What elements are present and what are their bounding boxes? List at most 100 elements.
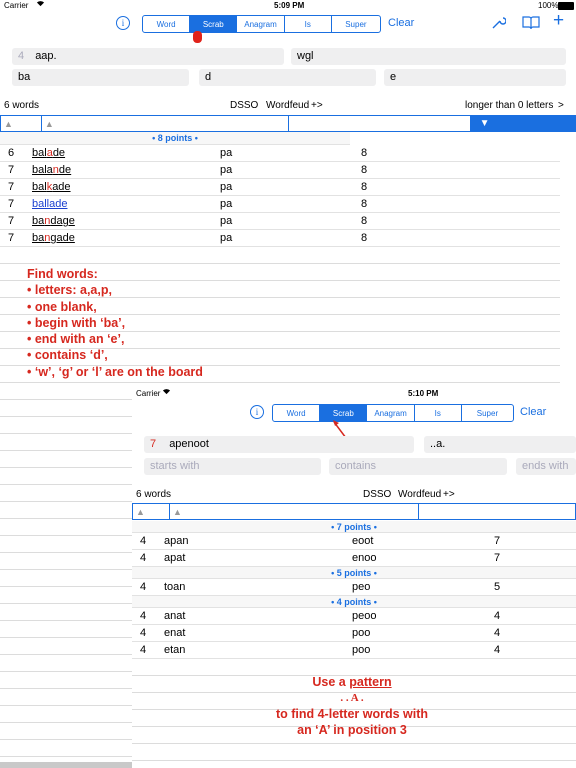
extra-filter-cell[interactable] [419,504,575,519]
extra-filter-cell[interactable] [289,116,472,131]
note-line: • end with an ‘e’, [27,332,125,347]
row-word: apat [164,552,186,564]
row-score: 8 [361,215,368,227]
dropdown-toggle-icon[interactable]: ▼ [471,116,575,131]
table-row[interactable]: 4 toan peo 5 [132,579,576,596]
pattern-note: Use a pattern . . A . to find 4-letter w… [252,674,452,738]
find-words-note: Find words: • letters: a,a,p, • one blan… [27,266,203,380]
row-length: 7 [8,181,15,193]
tab-super[interactable]: Super [332,16,380,32]
ends-with-field[interactable]: e [384,69,566,86]
add-icon[interactable]: + [553,10,564,32]
table-row[interactable]: 4 anat peoo 4 [132,608,576,625]
front-screen: Carrier 5:10 PM i Word Scrab Anagram Is … [132,388,576,768]
table-row[interactable]: 4 apat enoo 7 [132,550,576,567]
note-line: • letters: a,a,p, [27,283,112,298]
board-letters-field[interactable]: wgl [291,48,566,65]
table-row[interactable]: 7 bandage pa 8 [0,213,560,230]
row-score: 4 [494,644,501,656]
length-filter[interactable]: longer than 0 letters [465,100,553,111]
note-line: • one blank, [27,299,97,314]
letters-value: aap. [35,50,57,62]
info-icon[interactable]: i [250,405,264,419]
wifi-icon [36,0,45,11]
row-word: apan [164,535,189,547]
row-extra: pa [220,215,233,227]
points-group-header: • 4 points • [132,596,576,608]
pattern-field[interactable]: ..a. [424,436,576,453]
chevron-right-icon[interactable]: > [558,100,564,111]
carrier-label: Carrier [4,1,29,10]
dsso-label[interactable]: DSSO [230,100,258,111]
wrench-icon[interactable] [490,15,507,36]
sort-length-button[interactable]: ▲ [133,504,170,519]
row-word: etan [164,644,186,656]
tab-is[interactable]: Is [285,16,332,32]
ends-with-field[interactable]: ends with [516,458,576,475]
table-row[interactable]: 7 balande pa 8 [0,162,560,179]
info-icon[interactable]: i [116,16,130,30]
carrier-label: Carrier [136,389,161,398]
mode-segmented-control: Word Scrab Anagram Is Super [272,404,514,422]
row-score: 8 [361,198,368,210]
letters-field[interactable]: 7 apenoot [144,436,414,453]
row-word: bangade [32,232,75,244]
row-extra: pa [220,147,233,159]
letters-value: apenoot [169,438,209,450]
row-word[interactable]: ballade [32,196,67,213]
wordfeud-label[interactable]: Wordfeud [266,100,309,111]
bottom-edge [0,762,132,768]
table-row[interactable]: 7 bangade pa 8 [0,230,560,247]
tab-is[interactable]: Is [415,405,462,421]
tab-super[interactable]: Super [462,405,513,421]
table-row[interactable]: 4 etan poo 4 [132,642,576,659]
sort-filter-bar: ▲ ▲ [132,503,576,520]
row-score: 4 [494,610,501,622]
clear-button[interactable]: Clear [520,406,546,418]
tab-anagram[interactable]: Anagram [367,405,415,421]
row-length: 7 [8,232,15,244]
book-icon[interactable] [522,15,540,36]
starts-with-field[interactable]: starts with [144,458,321,475]
table-row[interactable]: 7 balkade pa 8 [0,179,560,196]
clear-button[interactable]: Clear [388,17,414,29]
row-score: 5 [494,581,501,593]
tab-scrab[interactable]: Scrab [190,16,238,32]
contains-field[interactable]: d [199,69,376,86]
result-header: 6 words DSSO Wordfeud +> longer than 0 l… [0,100,576,114]
add-column-button[interactable]: +> [443,489,455,500]
row-score: 7 [494,552,501,564]
tab-word[interactable]: Word [273,405,321,421]
starts-with-field[interactable]: ba [12,69,189,86]
contains-field[interactable]: contains [329,458,507,475]
battery-icon [558,2,574,10]
note-line: . . A . [340,692,364,704]
points-group-header: • 7 points • [132,521,576,533]
row-extra: pa [220,232,233,244]
table-row[interactable]: 4 apan eoot 7 [132,533,576,550]
row-word: balande [32,164,72,176]
table-row[interactable]: 4 enat poo 4 [132,625,576,642]
dsso-label[interactable]: DSSO [363,489,391,500]
table-row[interactable]: 7 ballade pa 8 [0,196,560,213]
status-bar: Carrier 5:09 PM 100% [0,0,576,12]
time-label: 5:09 PM [274,1,305,10]
row-word: balade [32,147,66,159]
row-score: 4 [494,627,501,639]
wordfeud-label[interactable]: Wordfeud [398,489,441,500]
sort-word-button[interactable]: ▲ [170,504,419,519]
row-score: 8 [361,181,368,193]
tab-anagram[interactable]: Anagram [237,16,285,32]
add-column-button[interactable]: +> [311,100,323,111]
row-extra: poo [352,627,371,639]
sort-length-button[interactable]: ▲ [1,116,42,131]
sort-word-button[interactable]: ▲ [42,116,289,131]
row-length: 7 [8,164,15,176]
table-row[interactable]: 6 balade pa 8 [0,145,560,162]
tab-word[interactable]: Word [143,16,191,32]
row-extra: enoo [352,552,377,564]
note-line: • contains ‘d’, [27,348,108,363]
letters-count: 4 [18,50,25,62]
note-line: to find 4-letter words with [275,707,429,721]
letters-field[interactable]: 4 aap. [12,48,284,65]
